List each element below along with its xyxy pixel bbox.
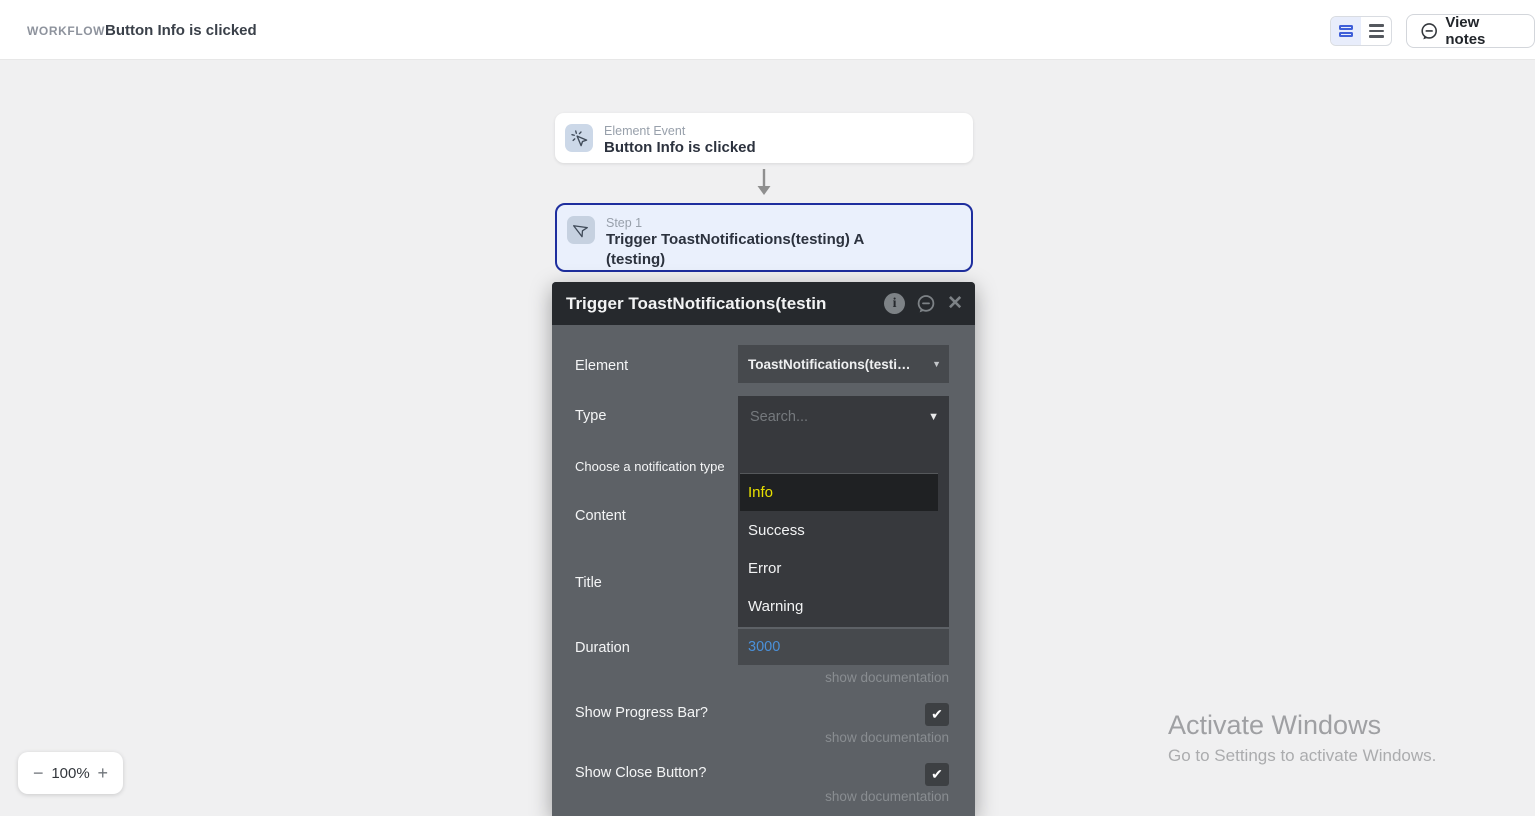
progress-bar-checkbox[interactable]: ✔ [925, 703, 949, 726]
step-node-kind: Step 1 [606, 216, 906, 230]
duration-field-label: Duration [575, 640, 630, 656]
comment-icon[interactable] [916, 294, 936, 314]
element-dropdown[interactable]: ToastNotifications(testi… ▼ [738, 345, 949, 383]
view-notes-button[interactable]: View notes [1406, 14, 1535, 48]
info-icon[interactable]: i [884, 293, 905, 314]
view-notes-label: View notes [1445, 14, 1521, 48]
type-options-list: Info Success Error Warning [738, 473, 949, 625]
windows-activation-watermark: Activate Windows Go to Settings to activ… [1168, 710, 1436, 766]
cursor-arrow-icon [570, 219, 592, 241]
workflow-label: WORKFLOW: [27, 24, 110, 38]
panel-header[interactable]: Trigger ToastNotifications(testin i ✕ [552, 282, 975, 325]
cursor-click-icon [570, 129, 589, 148]
card-view-button[interactable] [1331, 17, 1361, 45]
close-icon[interactable]: ✕ [947, 294, 963, 313]
watermark-line1: Activate Windows [1168, 710, 1436, 741]
view-mode-segmented-control [1330, 16, 1392, 46]
type-search-box[interactable]: Search... ▼ [738, 396, 949, 438]
element-field-label: Element [575, 358, 628, 374]
list-view-button[interactable] [1361, 17, 1391, 45]
element-event-icon-box [565, 124, 593, 152]
step-node-title: Trigger ToastNotifications(testing) A (t… [606, 230, 906, 270]
show-documentation-link-progress[interactable]: show documentation [825, 730, 949, 745]
close-button-label: Show Close Button? [575, 765, 706, 781]
type-option-info[interactable]: Info [740, 473, 938, 511]
list-view-icon [1369, 24, 1384, 38]
step-node-selected[interactable]: Step 1 Trigger ToastNotifications(testin… [555, 203, 973, 272]
top-bar: WORKFLOW: Button Info is clicked View no… [0, 0, 1535, 60]
show-documentation-link-close[interactable]: show documentation [825, 789, 949, 804]
zoom-out-button[interactable]: − [33, 764, 44, 782]
type-option-success[interactable]: Success [738, 511, 949, 549]
chevron-down-icon: ▼ [932, 359, 941, 369]
title-field-label: Title [575, 575, 602, 591]
event-node-kind: Element Event [604, 124, 756, 138]
zoom-in-button[interactable]: + [97, 764, 108, 782]
choose-type-label: Choose a notification type [575, 459, 725, 474]
chevron-down-icon: ▼ [928, 411, 939, 423]
watermark-line2: Go to Settings to activate Windows. [1168, 746, 1436, 766]
action-property-panel: Trigger ToastNotifications(testin i ✕ El… [552, 282, 975, 816]
type-search-placeholder: Search... [750, 409, 928, 425]
show-documentation-link-duration[interactable]: show documentation [825, 670, 949, 685]
duration-value: 3000 [748, 639, 780, 655]
check-icon: ✔ [931, 706, 943, 723]
card-view-icon [1339, 25, 1353, 37]
type-field-label: Type [575, 408, 606, 424]
event-node[interactable]: Element Event Button Info is clicked [555, 113, 973, 163]
duration-input[interactable]: 3000 [738, 629, 949, 665]
zoom-control: − 100% + [18, 752, 123, 794]
note-bubble-icon [1420, 22, 1438, 41]
element-dropdown-value: ToastNotifications(testi… [748, 357, 932, 372]
type-dropdown-open: Search... ▼ Info Success Error Warning [738, 396, 949, 627]
step-icon-box [567, 216, 595, 244]
workflow-title: Button Info is clicked [105, 22, 257, 39]
check-icon: ✔ [931, 766, 943, 783]
zoom-level: 100% [51, 765, 89, 782]
close-button-checkbox[interactable]: ✔ [925, 763, 949, 786]
event-node-title: Button Info is clicked [604, 138, 756, 158]
connector-arrow-icon [755, 168, 773, 198]
type-option-error[interactable]: Error [738, 549, 949, 587]
progress-bar-label: Show Progress Bar? [575, 705, 708, 721]
type-option-warning[interactable]: Warning [738, 587, 949, 625]
panel-title: Trigger ToastNotifications(testin [566, 294, 876, 314]
content-field-label: Content [575, 508, 626, 524]
